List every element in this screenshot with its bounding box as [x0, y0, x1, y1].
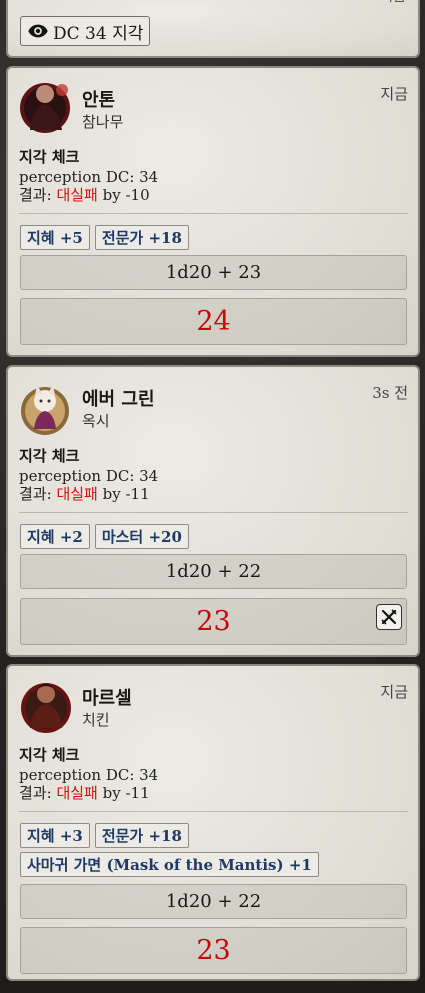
message-timestamp: 3s 전 [372, 384, 408, 402]
modifier-tags: 지혜 +3 전문가 +18 사마귀 가면 (Mask of the Mantis… [20, 823, 408, 877]
gm-message-card: GM 지금 DC 34 지각 [6, 0, 420, 58]
actor-name: 에버 그린 [82, 389, 155, 410]
avatar [20, 83, 70, 133]
result-degree: 대실패 [56, 186, 98, 204]
dice-formula[interactable]: 1d20 + 22 [20, 554, 407, 589]
crossed-swords-icon [381, 609, 397, 625]
speaker-alias: 참나무 [82, 113, 124, 131]
speaker-alias: 치킨 [82, 711, 110, 729]
dice-formula[interactable]: 1d20 + 23 [20, 255, 407, 290]
avatar [21, 385, 69, 435]
modifier-tag: 마스터 +20 [94, 524, 189, 549]
eye-icon [28, 24, 48, 38]
damage-button[interactable] [376, 604, 402, 630]
dice-total-value: 23 [196, 606, 231, 637]
result-prefix: 결과: [19, 784, 57, 802]
actor-name: 마르셀 [82, 688, 132, 709]
avatar [21, 683, 71, 733]
actor-name: 안톤 [82, 90, 116, 111]
result-line: 결과: 대실패 by -11 [19, 784, 150, 802]
divider [19, 213, 408, 214]
divider [19, 512, 408, 513]
message-timestamp: 지금 [380, 0, 406, 6]
divider [19, 811, 408, 812]
dice-total[interactable]: 23 [20, 598, 407, 645]
message-timestamp: 지금 [380, 683, 408, 701]
modifier-tag: 지혜 +2 [20, 524, 90, 549]
check-title: 지각 체크 [19, 447, 80, 465]
result-margin: by -11 [97, 784, 150, 802]
dice-formula[interactable]: 1d20 + 22 [20, 884, 407, 919]
chat-message-card: 안톤 참나무 지금 지각 체크 perception DC: 34 결과: 대실… [6, 66, 420, 357]
speaker-alias: 옥시 [82, 412, 110, 430]
dc-text: perception DC: 34 [19, 766, 159, 784]
dice-total[interactable]: 24 [20, 298, 407, 345]
modifier-tag: 전문가 +18 [94, 823, 189, 848]
modifier-tag: 지혜 +5 [20, 225, 90, 250]
message-speaker: GM [22, 0, 49, 4]
result-margin: by -10 [97, 186, 150, 204]
result-line: 결과: 대실패 by -10 [19, 186, 150, 204]
check-title: 지각 체크 [19, 746, 80, 764]
modifier-tag: 지혜 +3 [20, 823, 90, 848]
modifier-tag: 전문가 +18 [94, 225, 189, 250]
message-timestamp: 지금 [380, 85, 408, 103]
modifier-tag: 사마귀 가면 (Mask of the Mantis) +1 [20, 852, 319, 877]
modifier-tags: 지혜 +2 마스터 +20 [20, 524, 408, 549]
dc-request-badge[interactable]: DC 34 지각 [20, 16, 151, 46]
check-title: 지각 체크 [19, 148, 80, 166]
dc-request-label: DC 34 지각 [53, 23, 144, 44]
chat-message-card: 에버 그린 옥시 3s 전 지각 체크 perception DC: 34 결과… [6, 365, 420, 657]
result-line: 결과: 대실패 by -11 [19, 485, 150, 503]
modifier-tags: 지혜 +5 전문가 +18 [20, 225, 408, 250]
result-prefix: 결과: [19, 186, 57, 204]
result-degree: 대실패 [56, 784, 98, 802]
dc-text: perception DC: 34 [19, 467, 159, 485]
result-margin: by -11 [97, 485, 150, 503]
result-prefix: 결과: [19, 485, 57, 503]
chat-message-card: 마르셀 치킨 지금 지각 체크 perception DC: 34 결과: 대실… [6, 664, 420, 981]
dc-text: perception DC: 34 [19, 168, 159, 186]
result-degree: 대실패 [56, 485, 98, 503]
dice-total[interactable]: 23 [20, 927, 407, 974]
